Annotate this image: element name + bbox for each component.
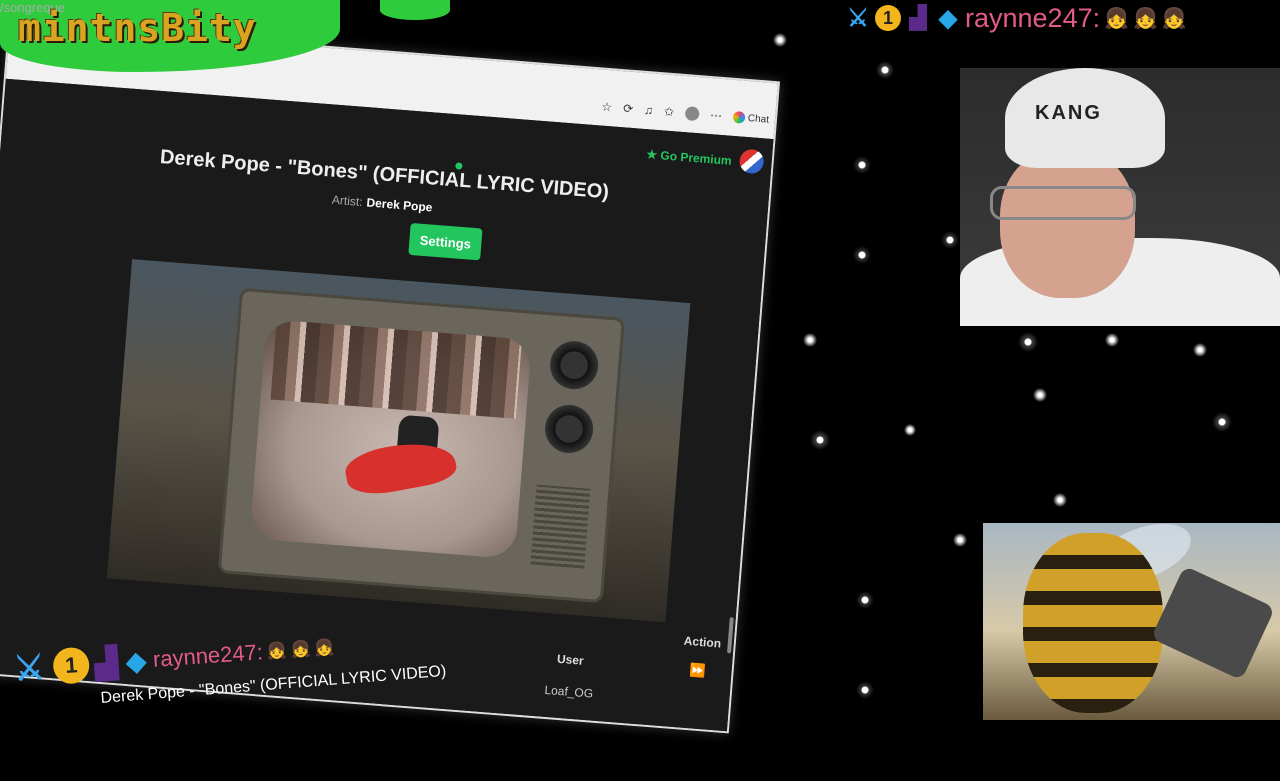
skip-forward-icon[interactable]: ⏩ bbox=[689, 662, 706, 679]
scrollbar[interactable] bbox=[727, 617, 734, 654]
tv-knob-bottom bbox=[543, 403, 595, 455]
dancer-pants-image bbox=[342, 435, 459, 500]
sub-badge-icon: 1 bbox=[875, 5, 901, 31]
sword-icon: ⚔ bbox=[847, 4, 869, 32]
queue-row-user: Loaf_OG bbox=[544, 682, 594, 701]
chat-emotes: 👧👧👧 bbox=[1104, 7, 1191, 30]
browser-toolbar: ☆ ⟳ ♫ ✩ ⋯ Chat bbox=[601, 100, 770, 127]
favorite-star-icon[interactable]: ☆ bbox=[601, 100, 613, 115]
favorites-icon[interactable]: ✩ bbox=[664, 104, 675, 119]
wasp-artwork-image bbox=[983, 523, 1280, 720]
tv-speaker-grille bbox=[530, 484, 591, 569]
sub-badge-icon: 1 bbox=[52, 646, 91, 685]
column-header-action: Action bbox=[683, 633, 722, 651]
video-player[interactable] bbox=[106, 259, 691, 623]
stream-logo: mintnsBity bbox=[18, 6, 257, 50]
refresh-icon[interactable]: ⟳ bbox=[623, 101, 634, 116]
songrequest-page: ★ Go Premium Derek Pope - "Bones" (OFFIC… bbox=[0, 78, 774, 732]
crowd-image bbox=[270, 319, 523, 419]
tv-set-image bbox=[217, 287, 625, 604]
artist-label: Artist: bbox=[331, 192, 364, 210]
user-avatar[interactable] bbox=[738, 148, 765, 175]
copilot-chat-button[interactable]: Chat bbox=[732, 110, 769, 126]
settings-button[interactable]: Settings bbox=[408, 222, 483, 261]
profile-avatar[interactable] bbox=[684, 106, 700, 122]
copilot-icon bbox=[732, 110, 746, 124]
cube-icon: ◆ bbox=[938, 4, 958, 32]
chat-message-top: ⚔ 1 ▟ ◆ raynne247: 👧👧👧 bbox=[845, 2, 1191, 34]
boot-icon: ▟ bbox=[93, 645, 119, 681]
more-menu-icon[interactable]: ⋯ bbox=[709, 108, 722, 123]
wasp-body bbox=[1023, 533, 1163, 713]
chat-username: raynne247: bbox=[152, 639, 264, 672]
sword-icon: ⚔ bbox=[12, 648, 46, 689]
logo-splash bbox=[380, 0, 450, 20]
cube-icon: ◆ bbox=[125, 644, 148, 677]
go-premium-label: Go Premium bbox=[659, 148, 733, 168]
browser-frame: ☆ ⟳ ♫ ✩ ⋯ Chat ★ Go Premium Derek Pope -… bbox=[0, 20, 781, 734]
webcam-feed: KANG bbox=[960, 68, 1280, 326]
tv-knob-top bbox=[548, 339, 600, 391]
boot-icon: ▟ bbox=[909, 5, 927, 30]
go-premium-link[interactable]: ★ Go Premium bbox=[646, 147, 732, 168]
extension-icon[interactable]: ♫ bbox=[644, 103, 654, 118]
artist-name: Derek Pope bbox=[366, 195, 433, 215]
beanie-text: KANG bbox=[1035, 102, 1102, 124]
drone-image bbox=[1150, 565, 1276, 681]
column-header-user: User bbox=[556, 651, 585, 668]
streamer-face-image bbox=[1000, 148, 1135, 298]
chat-emotes: 👧👧👧 bbox=[266, 638, 340, 661]
chat-username: raynne247: bbox=[965, 2, 1101, 33]
glasses-image bbox=[990, 186, 1136, 220]
tv-screen bbox=[249, 318, 532, 560]
